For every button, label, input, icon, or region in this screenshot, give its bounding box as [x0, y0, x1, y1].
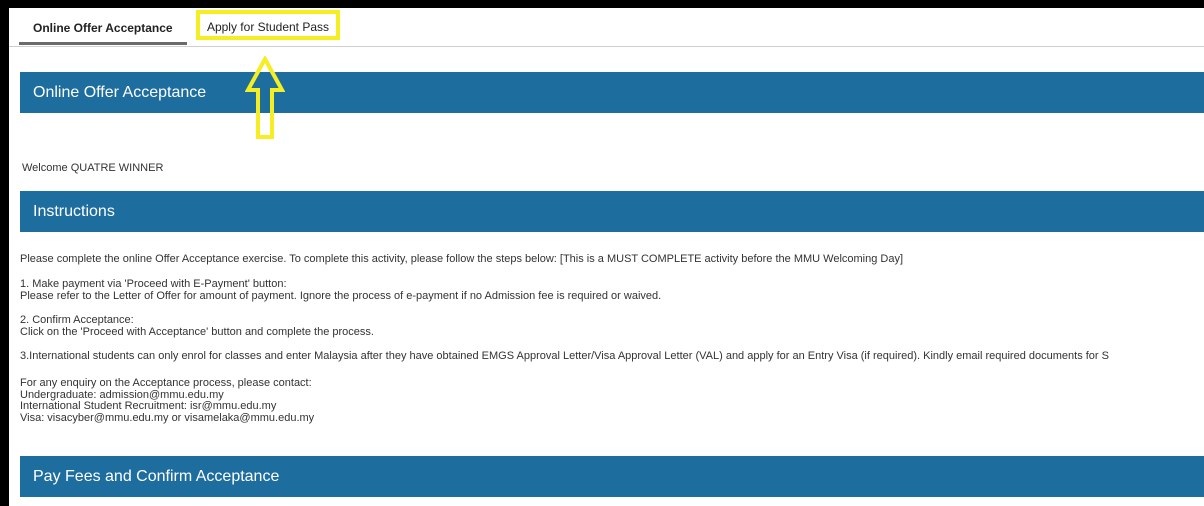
instruction-step-1: 1. Make payment via 'Proceed with E-Paym… [20, 278, 662, 302]
tab-bar: Online Offer Acceptance Apply for Studen… [9, 8, 1204, 47]
section-header-pay-fees: Pay Fees and Confirm Acceptance [20, 456, 1204, 497]
welcome-text: Welcome QUATRE WINNER [22, 162, 164, 174]
instruction-step-3: 3.International students can only enrol … [20, 350, 1109, 362]
step-2-body: Click on the 'Proceed with Acceptance' b… [20, 325, 374, 338]
tab-apply-for-student-pass[interactable]: Apply for Student Pass [196, 10, 340, 40]
step-1-body: Please refer to the Letter of Offer for … [20, 289, 662, 302]
page-frame: Online Offer Acceptance Apply for Studen… [9, 8, 1204, 506]
instruction-step-2: 2. Confirm Acceptance: Click on the 'Pro… [20, 314, 374, 338]
section-header-instructions: Instructions [20, 191, 1204, 232]
step-2-title: 2. Confirm Acceptance: [20, 314, 134, 326]
contact-intro: For any enquiry on the Acceptance proces… [20, 377, 312, 389]
up-arrow-icon [245, 56, 285, 139]
instructions-intro: Please complete the online Offer Accepta… [20, 253, 904, 265]
tab-online-offer-acceptance[interactable]: Online Offer Acceptance [19, 8, 187, 45]
contact-visa: Visa: visacyber@mmu.edu.my or visamelaka… [20, 411, 315, 424]
contact-international: International Student Recruitment: isr@m… [20, 400, 277, 412]
section-header-offer-acceptance: Online Offer Acceptance [20, 72, 1204, 113]
contact-block: For any enquiry on the Acceptance proces… [20, 377, 315, 424]
step-1-title: 1. Make payment via 'Proceed with E-Paym… [20, 278, 287, 290]
